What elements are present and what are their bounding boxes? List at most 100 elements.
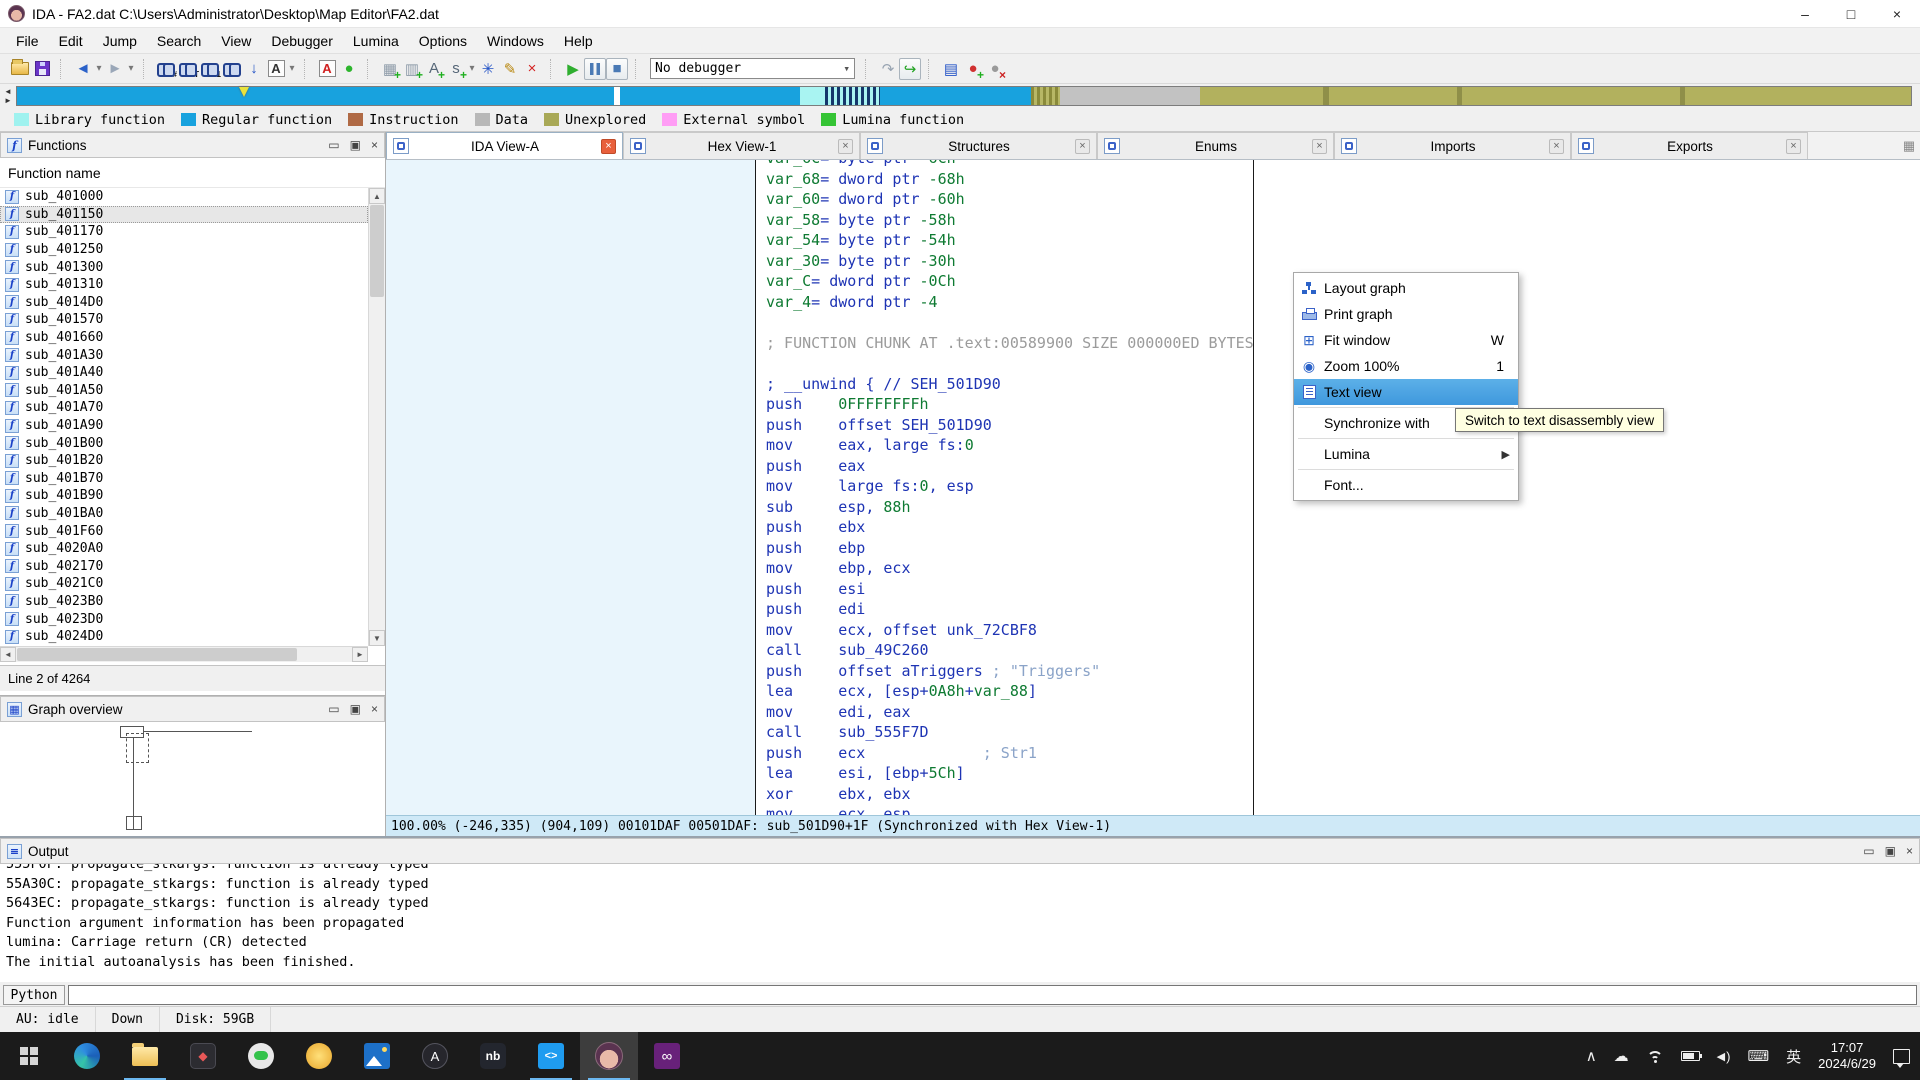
disassembly-line[interactable]: push offset SEH_501D90 [766,415,1254,436]
function-list-item[interactable]: fsub_4014D0 [0,294,368,312]
tab-close-icon[interactable]: × [1786,139,1801,154]
problems-icon[interactable]: A [316,58,338,80]
disassembly-line[interactable]: mov ecx, esp [766,804,1254,815]
graph-overview-canvas[interactable] [0,722,385,836]
volume-icon[interactable]: ◀) [1717,1049,1731,1064]
snowflake-icon[interactable]: ✳ [477,58,499,80]
disassembly-line[interactable]: var_54= byte ptr -54h [766,230,1254,251]
back-dropdown-icon[interactable]: ▾ [94,58,104,80]
disassembly-line[interactable]: push ebp [766,538,1254,559]
disassembly-line[interactable]: push offset aTriggers ; "Triggers" [766,661,1254,682]
tab-exports[interactable]: Exports× [1571,132,1808,159]
graph-view-canvas[interactable]: var_6C= byte ptr -6Chvar_68= dword ptr -… [386,160,1920,815]
functions-float-icon[interactable]: ▣ [350,138,361,152]
circle-app-icon[interactable]: A [406,1032,464,1080]
undefine-icon[interactable]: × [521,58,543,80]
action-center-icon[interactable] [1893,1049,1910,1064]
menu-debugger[interactable]: Debugger [261,30,343,52]
forward-dropdown-icon[interactable]: ▾ [126,58,136,80]
context-menu-text-view[interactable]: Text view [1294,379,1518,405]
output-close-icon[interactable]: × [1906,844,1913,858]
context-menu-print-graph[interactable]: Print graph [1294,301,1518,327]
scroll-down-icon[interactable]: ▼ [369,630,385,646]
disassembly-line[interactable]: push ebx [766,517,1254,538]
names-window-icon[interactable]: A [265,58,287,80]
wifi-icon[interactable] [1646,1049,1664,1063]
disassembly-line[interactable]: call sub_49C260 [766,640,1254,661]
disassembly-line[interactable]: var_68= dword ptr -68h [766,169,1254,190]
menu-edit[interactable]: Edit [49,30,93,52]
run-until-return-icon[interactable]: ↪ [899,58,921,80]
function-list-item[interactable]: fsub_401A40 [0,364,368,382]
disassembly-line[interactable]: lea esi, [ebp+5Ch] [766,763,1254,784]
hscroll-thumb[interactable] [17,648,297,661]
ida-taskbar-icon[interactable] [580,1032,638,1080]
names-dropdown-icon[interactable]: ▾ [287,58,297,80]
search-again-icon[interactable] [221,58,243,80]
function-list-item[interactable]: fsub_401660 [0,329,368,347]
scroll-left-icon[interactable]: ◄ [0,647,16,662]
overview-viewport-rect[interactable] [126,733,149,763]
function-list-item[interactable]: fsub_401F60 [0,522,368,540]
overview-close-icon[interactable]: × [371,702,378,716]
edge-icon[interactable] [58,1032,116,1080]
yellow-app-icon[interactable] [290,1032,348,1080]
disassembly-line[interactable]: push esi [766,579,1254,600]
function-list-item[interactable]: fsub_401000 [0,188,368,206]
function-list-item[interactable]: fsub_401A50 [0,382,368,400]
vscroll-thumb[interactable] [370,205,384,297]
output-log[interactable]: 555F0F: propagate_stkargs: function is a… [0,864,1920,982]
disassembly-line[interactable]: mov eax, large fs:0 [766,435,1254,456]
function-list-item[interactable]: fsub_401B70 [0,470,368,488]
menu-jump[interactable]: Jump [93,30,147,52]
add-breakpoint-icon[interactable]: ●+ [962,58,984,80]
navband-position-marker[interactable] [239,87,249,97]
lumina-status-icon[interactable]: ● [338,58,360,80]
functions-panel-header[interactable]: f Functions ▭ ▣ × [0,132,385,158]
breakpoint-list-icon[interactable]: ▤ [940,58,962,80]
context-menu-lumina[interactable]: Lumina▶ [1294,441,1518,467]
disassembly-line[interactable]: var_60= dword ptr -60h [766,189,1254,210]
vscode-icon[interactable]: <> [522,1032,580,1080]
disassembly-line[interactable]: xor ebx, ebx [766,784,1254,805]
function-list-item[interactable]: fsub_401570 [0,311,368,329]
function-list-item[interactable]: fsub_401150 [0,206,368,224]
debug-stop-icon[interactable]: ■ [606,58,628,80]
tab-close-icon[interactable]: × [1549,139,1564,154]
touch-keyboard-icon[interactable]: ⌨ [1747,1047,1769,1065]
scroll-right-icon[interactable]: ► [352,647,368,662]
functions-column-header[interactable]: Function name [0,158,385,188]
jump-to-address-icon[interactable]: ↓ [243,58,265,80]
context-menu-fit-window[interactable]: ⊞Fit windowW [1294,327,1518,353]
function-list-item[interactable]: fsub_4024D0 [0,628,368,646]
tray-chevron-up-icon[interactable]: ∧ [1586,1047,1597,1065]
function-list-item[interactable]: fsub_4023B0 [0,593,368,611]
function-list-item[interactable]: fsub_401BA0 [0,505,368,523]
tab-close-icon[interactable]: × [838,139,853,154]
debugger-combo[interactable]: No debugger▾ [650,58,855,79]
menu-search[interactable]: Search [147,30,211,52]
photos-app-icon[interactable] [348,1032,406,1080]
functions-vertical-scrollbar[interactable]: ▲ ▼ [368,188,385,646]
function-list-item[interactable]: fsub_4023D0 [0,610,368,628]
function-list-item[interactable]: fsub_401B20 [0,452,368,470]
search-immediate-icon[interactable]: 101 [199,58,221,80]
navigate-forward-icon[interactable]: ► [104,58,126,80]
context-menu-font-[interactable]: Font... [1294,472,1518,498]
ime-indicator[interactable]: 英 [1786,1046,1801,1067]
output-restore-icon[interactable]: ▭ [1863,844,1874,858]
menu-lumina[interactable]: Lumina [343,30,409,52]
save-icon[interactable] [31,58,53,80]
tab-hex-view-1[interactable]: Hex View-1× [623,132,860,159]
overview-float-icon[interactable]: ▣ [350,702,361,716]
function-list-item[interactable]: fsub_4020A0 [0,540,368,558]
python-command-input[interactable] [68,985,1917,1005]
disassembly-line[interactable] [766,353,1254,374]
minimize-button[interactable]: – [1782,0,1828,27]
output-panel-header[interactable]: ≡ Output ▭ ▣ × [0,838,1920,864]
search-text-icon[interactable]: T [177,58,199,80]
function-list-item[interactable]: fsub_401B00 [0,434,368,452]
functions-close-icon[interactable]: × [371,138,378,152]
disassembly-line[interactable] [766,312,1254,333]
menu-view[interactable]: View [211,30,261,52]
